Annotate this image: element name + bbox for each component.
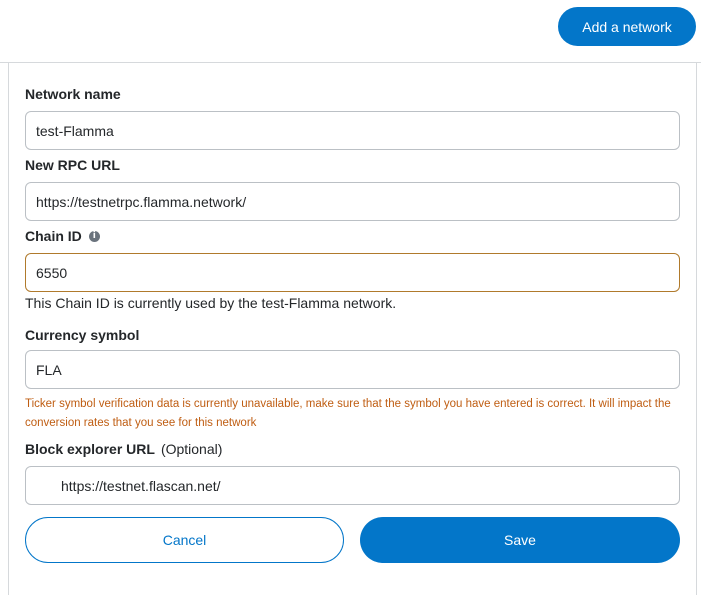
currency-symbol-input[interactable] (25, 350, 680, 389)
network-name-label: Network name (25, 86, 121, 102)
ticker-warning-text: Ticker symbol verification data is curre… (25, 398, 671, 429)
optional-tag: (Optional) (160, 441, 223, 457)
cancel-button[interactable]: Cancel (25, 517, 344, 563)
chain-id-label-text: Chain ID (25, 228, 82, 244)
block-explorer-label: Block explorer URL (Optional) (25, 441, 222, 457)
network-name-input[interactable] (25, 111, 680, 150)
rpc-url-input[interactable] (25, 182, 680, 221)
save-button[interactable]: Save (360, 517, 680, 563)
info-icon[interactable]: i (88, 230, 100, 242)
left-divider (8, 63, 9, 595)
rpc-url-label-text: New RPC URL (25, 157, 120, 173)
block-explorer-input[interactable] (25, 466, 680, 505)
add-network-button[interactable]: Add a network (558, 7, 696, 46)
rpc-url-label: New RPC URL (25, 157, 120, 173)
currency-symbol-label: Currency symbol (25, 327, 139, 343)
right-divider (696, 63, 697, 595)
chain-id-helper-text: This Chain ID is currently used by the t… (25, 295, 397, 311)
chain-id-label: Chain ID i (25, 228, 100, 244)
block-explorer-label-text: Block explorer URL (25, 441, 155, 457)
currency-symbol-label-text: Currency symbol (25, 327, 140, 343)
top-bar: Add a network (0, 0, 701, 63)
chain-id-input[interactable] (25, 253, 680, 292)
network-name-label-text: Network name (25, 86, 121, 102)
